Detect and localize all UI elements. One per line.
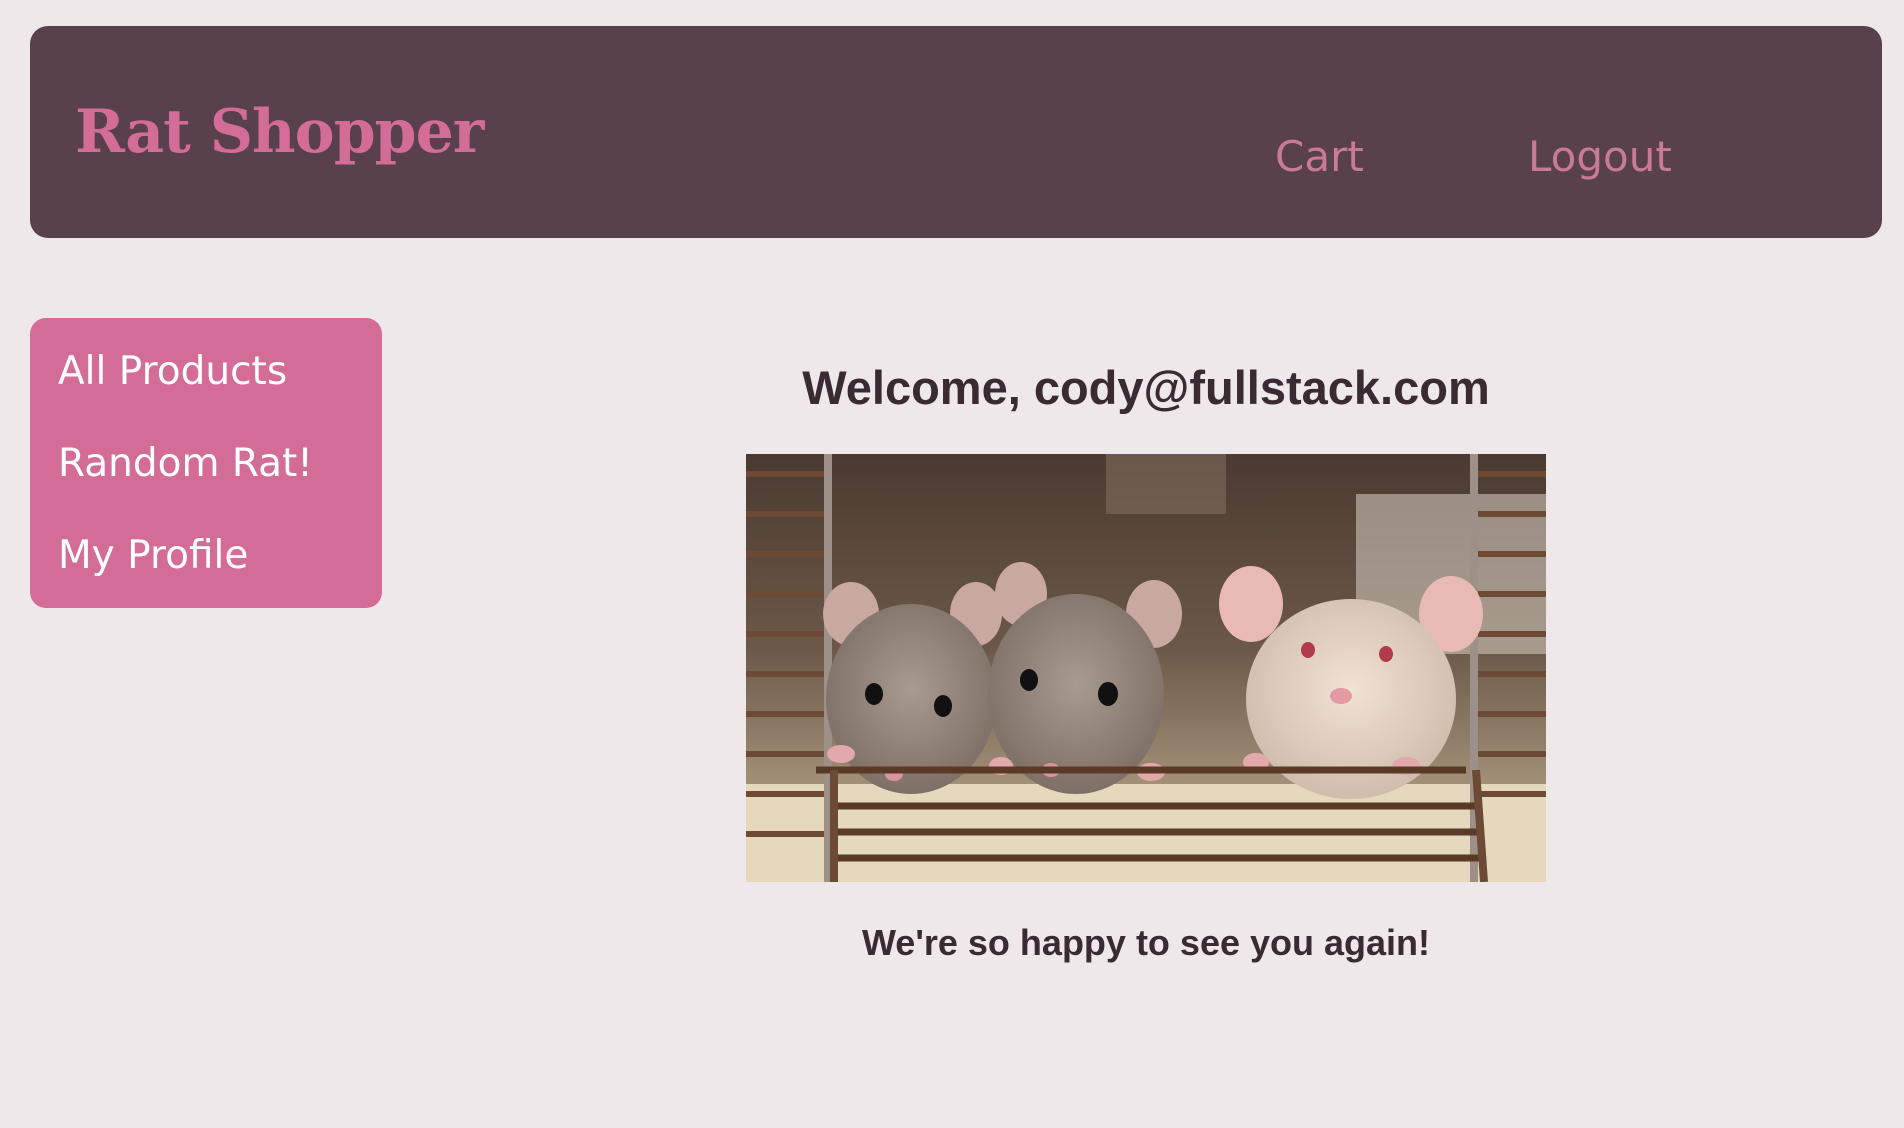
hero-rats-image (746, 454, 1546, 882)
sidebar-item-random-rat[interactable]: Random Rat! (58, 438, 313, 490)
sidebar-item-my-profile[interactable]: My Profile (58, 530, 248, 582)
sidebar-nav: All Products Random Rat! My Profile (30, 318, 382, 608)
welcome-heading: Welcome, cody@fullstack.com (802, 361, 1490, 414)
brand-logo-link[interactable]: Rat Shopper (75, 94, 484, 170)
welcome-subtitle: We're so happy to see you again! (861, 922, 1431, 963)
nav-cart-link[interactable]: Cart (1275, 129, 1364, 185)
nav-logout-link[interactable]: Logout (1528, 129, 1672, 185)
sidebar-item-all-products[interactable]: All Products (58, 346, 287, 398)
site-header: Rat Shopper Cart Logout (30, 26, 1882, 238)
